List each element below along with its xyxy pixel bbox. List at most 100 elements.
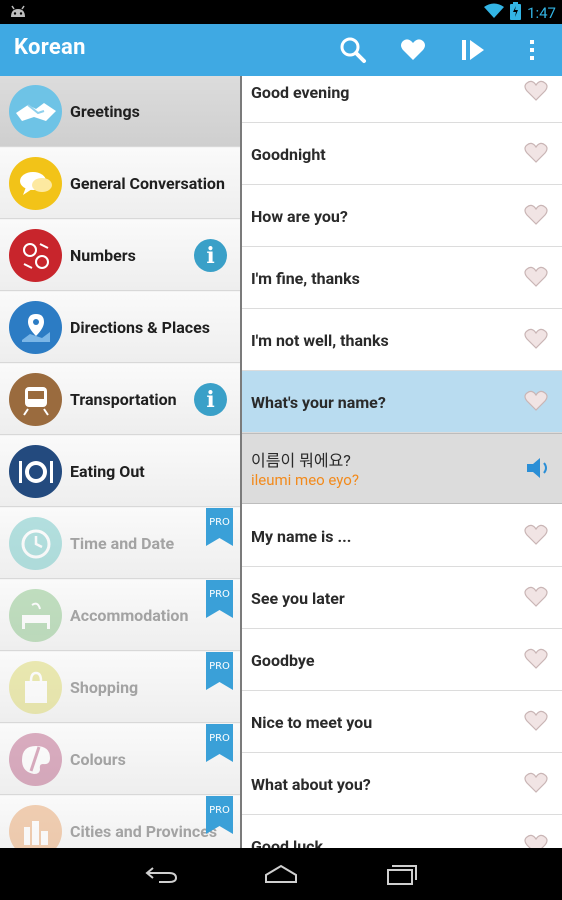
phrase-row[interactable]: Goodnight: [242, 123, 562, 185]
heart-icon[interactable]: [524, 710, 548, 732]
category-numbers[interactable]: Numbers i: [0, 220, 240, 291]
phrase-row[interactable]: Nice to meet you: [242, 691, 562, 753]
phrase-label: What's your name?: [251, 392, 386, 412]
category-label: Numbers: [70, 246, 136, 265]
status-time: 1:47: [527, 4, 556, 22]
action-bar: Korean: [0, 24, 562, 76]
pro-badge-label: PRO: [209, 805, 230, 816]
phrase-label: See you later: [251, 588, 345, 608]
plate-cutlery-icon: [9, 445, 62, 498]
translation-romanization: ileumi meo eyo?: [251, 471, 359, 489]
heart-icon[interactable]: [524, 142, 548, 164]
phrase-row[interactable]: How are you?: [242, 185, 562, 247]
heart-icon[interactable]: [524, 648, 548, 670]
heart-icon[interactable]: [524, 328, 548, 350]
category-directions-places[interactable]: Directions & Places: [0, 292, 240, 363]
heart-icon[interactable]: [524, 586, 548, 608]
phrase-row[interactable]: What about you?: [242, 753, 562, 815]
battery-icon: [510, 2, 522, 24]
translation-panel[interactable]: 이름이 뭐에요? ileumi meo eyo?: [242, 433, 562, 504]
phrase-label: Good luck: [251, 836, 324, 849]
heart-icon[interactable]: [524, 80, 548, 102]
numbers-icon: [9, 229, 62, 282]
handshake-icon: [9, 85, 62, 138]
heart-icon[interactable]: [524, 834, 548, 848]
city-icon: [9, 805, 62, 848]
overflow-menu-icon[interactable]: [516, 34, 548, 66]
shopping-bag-icon: [9, 661, 62, 714]
phrase-label: What about you?: [251, 774, 371, 794]
pro-badge: PRO: [206, 724, 233, 762]
phrase-label: I'm not well, thanks: [251, 330, 389, 350]
category-eating-out[interactable]: Eating Out: [0, 436, 240, 507]
category-greetings[interactable]: Greetings: [0, 76, 240, 147]
category-list[interactable]: Greetings General Conversation Numbers i: [0, 76, 240, 848]
category-cities-provinces[interactable]: Cities and Provinces PRO: [0, 796, 240, 848]
translation-korean: 이름이 뭐에요?: [251, 451, 351, 470]
palette-icon: [9, 733, 62, 786]
category-shopping[interactable]: Shopping PRO: [0, 652, 240, 723]
clock-icon: [9, 517, 62, 570]
heart-icon[interactable]: [524, 524, 548, 546]
pro-badge: PRO: [206, 580, 233, 618]
phrase-row-selected[interactable]: What's your name?: [242, 371, 562, 433]
pro-badge-label: PRO: [209, 661, 230, 672]
speaker-icon[interactable]: [524, 454, 552, 482]
phrase-label: Goodbye: [251, 650, 315, 670]
app-title: Korean: [14, 35, 86, 60]
category-colours[interactable]: Colours PRO: [0, 724, 240, 795]
heart-icon[interactable]: [397, 34, 429, 66]
heart-icon[interactable]: [524, 390, 548, 412]
info-button[interactable]: i: [194, 239, 227, 272]
phrase-row[interactable]: My name is ...: [242, 505, 562, 567]
phrase-row[interactable]: I'm not well, thanks: [242, 309, 562, 371]
phrase-label: I'm fine, thanks: [251, 268, 360, 288]
phrase-row[interactable]: Good evening: [242, 76, 562, 123]
phrase-row[interactable]: See you later: [242, 567, 562, 629]
category-general-conversation[interactable]: General Conversation: [0, 148, 240, 219]
phrase-label: My name is ...: [251, 526, 352, 546]
train-icon: [9, 373, 62, 426]
category-label: Directions & Places: [70, 318, 210, 337]
heart-icon[interactable]: [524, 204, 548, 226]
category-accommodation[interactable]: Accommodation PRO: [0, 580, 240, 651]
bed-icon: [9, 589, 62, 642]
search-icon[interactable]: [337, 34, 369, 66]
wifi-icon: [484, 3, 505, 23]
phrase-label: How are you?: [251, 206, 348, 226]
status-bar: 1:47: [0, 0, 562, 24]
heart-icon[interactable]: [524, 266, 548, 288]
play-icon[interactable]: [457, 34, 489, 66]
phrase-label: Good evening: [251, 82, 350, 102]
map-pin-icon: [9, 301, 62, 354]
category-label: Transportation: [70, 390, 177, 409]
heart-icon[interactable]: [524, 772, 548, 794]
pro-badge-label: PRO: [209, 733, 230, 744]
phrase-list[interactable]: Good evening Goodnight How are you? I'm …: [242, 76, 562, 848]
category-label: Eating Out: [70, 462, 145, 481]
category-transportation[interactable]: Transportation i: [0, 364, 240, 435]
category-label: Cities and Provinces: [70, 822, 218, 841]
home-icon[interactable]: [263, 862, 299, 886]
pro-badge-label: PRO: [209, 517, 230, 528]
pro-badge: PRO: [206, 796, 233, 834]
phrase-row[interactable]: Good luck: [242, 815, 562, 848]
pro-badge: PRO: [206, 508, 233, 546]
pro-badge: PRO: [206, 652, 233, 690]
navigation-bar: [0, 848, 562, 900]
phrase-label: Goodnight: [251, 144, 326, 164]
phrase-row[interactable]: Goodbye: [242, 629, 562, 691]
recent-apps-icon[interactable]: [383, 862, 419, 886]
back-icon[interactable]: [143, 862, 179, 886]
category-label: Greetings: [70, 102, 140, 121]
category-label: Shopping: [70, 678, 139, 697]
category-label: Colours: [70, 750, 126, 769]
category-label: Time and Date: [70, 534, 175, 553]
category-time-and-date[interactable]: Time and Date PRO: [0, 508, 240, 579]
phrase-row[interactable]: I'm fine, thanks: [242, 247, 562, 309]
info-button[interactable]: i: [194, 383, 227, 416]
category-label: Accommodation: [70, 606, 189, 625]
pro-badge-label: PRO: [209, 589, 230, 600]
android-notification-icon: [8, 3, 28, 21]
category-label: General Conversation: [70, 174, 225, 193]
